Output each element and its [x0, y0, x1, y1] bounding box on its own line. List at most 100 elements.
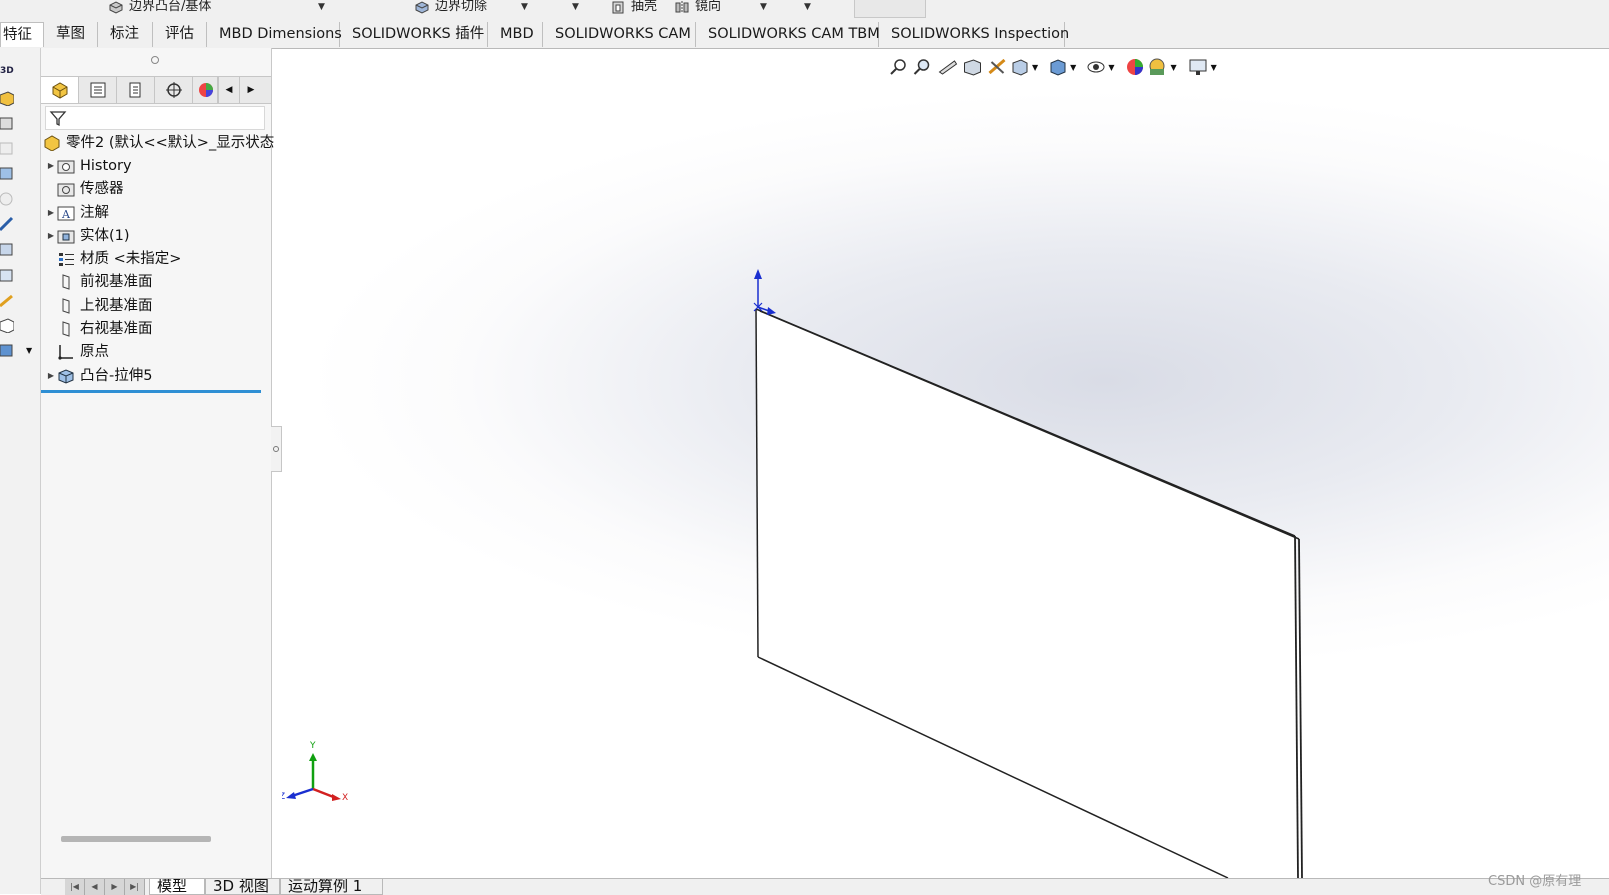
tab-solidworks-addins[interactable]: SOLIDWORKS 插件: [340, 22, 488, 47]
tab-mbd[interactable]: MBD: [488, 22, 543, 47]
material-icon: [59, 253, 74, 266]
chevron-down-icon[interactable]: ▼: [26, 346, 32, 355]
sensor-folder-icon: [57, 183, 75, 197]
property-manager-tab[interactable]: [79, 77, 117, 103]
plane-icon: [62, 274, 70, 290]
toolbar-blank-field[interactable]: [854, 0, 926, 18]
tab-solidworks-cam[interactable]: SOLIDWORKS CAM: [543, 22, 696, 47]
tree-item-material[interactable]: 材质 <未指定>: [45, 248, 181, 270]
boundary-icon[interactable]: [0, 191, 14, 207]
revolve-icon[interactable]: [0, 115, 14, 131]
graphics-viewport[interactable]: ▼ ▼ ▼ ▼ ▼ Y X Z: [282, 49, 1609, 878]
tree-root-part[interactable]: 零件2 (默认<<默认>_显示状态: [43, 132, 274, 154]
tab-evaluate[interactable]: 评估: [153, 22, 207, 47]
cut-revolve-icon[interactable]: [0, 241, 14, 257]
chevron-down-icon[interactable]: ▼: [572, 2, 579, 12]
tab-sketch[interactable]: 草图: [44, 22, 98, 47]
tab-scroll-right-icon[interactable]: ▶: [239, 77, 262, 103]
tab-solidworks-cam-tbm[interactable]: SOLIDWORKS CAM TBM: [696, 22, 880, 47]
cut-sweep-icon[interactable]: [0, 267, 14, 283]
cut-extrude-icon[interactable]: [0, 216, 14, 232]
tab-motion-study-1[interactable]: 运动算例 1: [280, 879, 383, 895]
tab-model[interactable]: 模型: [149, 879, 205, 895]
plane-icon: [62, 321, 70, 337]
extrude-icon: [58, 369, 74, 384]
tree-item-label: 右视基准面: [80, 321, 153, 337]
boundary-cut-button[interactable]: 边界切除: [414, 0, 487, 18]
expand-arrow-icon[interactable]: ▶: [45, 365, 57, 387]
svg-text:A: A: [61, 208, 71, 221]
rollback-bar[interactable]: [41, 390, 261, 393]
plate-face[interactable]: [756, 309, 1298, 878]
tree-item-sensors[interactable]: 传感器: [45, 178, 124, 200]
draft-icon[interactable]: [0, 342, 14, 358]
tree-item-label: 注解: [80, 205, 109, 221]
command-manager-tabs: 特征 草图 标注 评估 MBD Dimensions SOLIDWORKS 插件…: [0, 20, 1609, 49]
tab-solidworks-inspection[interactable]: SOLIDWORKS Inspection: [879, 22, 1069, 47]
tab-navigation-buttons[interactable]: |◀ ◀ ▶ ▶|: [65, 879, 145, 895]
feature-manager-tab[interactable]: [41, 77, 79, 103]
expand-arrow-icon[interactable]: ▶: [45, 202, 57, 224]
fillet-icon[interactable]: [0, 292, 14, 308]
panel-horizontal-scrollbar[interactable]: [61, 836, 211, 842]
panel-collapse-handle[interactable]: [271, 426, 282, 472]
crosshair-icon: [165, 82, 182, 98]
next-tab-icon[interactable]: ▶: [105, 879, 125, 895]
origin-marker[interactable]: [753, 269, 776, 315]
mirror-button[interactable]: 镜向: [674, 0, 721, 18]
tree-item-label: 实体(1): [80, 228, 130, 244]
tree-item-top-plane[interactable]: 上视基准面: [45, 295, 153, 317]
chevron-down-icon[interactable]: ▼: [521, 2, 528, 12]
expand-arrow-icon[interactable]: ▶: [45, 155, 57, 177]
tree-item-boss-extrude5[interactable]: ▶ 凸台-拉伸5: [45, 365, 153, 387]
previous-tab-icon[interactable]: ◀: [85, 879, 105, 895]
chevron-down-icon[interactable]: ▼: [318, 2, 325, 12]
solid-bodies-folder-icon: [57, 230, 75, 244]
tab-3d-views[interactable]: 3D 视图: [205, 879, 280, 895]
tree-root-label: 零件2 (默认<<默认>_显示状态: [66, 135, 275, 151]
feature-manager-panel: ◀ ▶ 零件2 (默认<<默认>_显示状态 ▶ History 传感器 ▶ A …: [41, 48, 274, 878]
plate-right-back-edge[interactable]: [1298, 538, 1303, 878]
chevron-down-icon[interactable]: ▼: [760, 2, 767, 12]
chevron-down-icon[interactable]: ▼: [804, 2, 811, 12]
shell-button[interactable]: 抽壳: [610, 0, 657, 18]
loft-icon[interactable]: [0, 165, 14, 181]
dimxpert-manager-tab[interactable]: [155, 77, 193, 103]
tab-mbd-dimensions[interactable]: MBD Dimensions: [207, 22, 342, 47]
display-manager-icon: [198, 83, 213, 97]
rib-icon[interactable]: [0, 317, 14, 333]
extrude-boss-icon[interactable]: [0, 90, 14, 106]
tree-item-origin[interactable]: 原点: [45, 341, 109, 363]
tree-item-solid-bodies[interactable]: ▶ 实体(1): [45, 225, 130, 247]
triad-z-axis: [291, 787, 314, 798]
tab-scroll-left-icon[interactable]: ◀: [217, 77, 240, 103]
tab-markup[interactable]: 标注: [98, 22, 153, 47]
tree-item-annotations[interactable]: ▶ A 注解: [45, 202, 109, 224]
part-icon: [52, 82, 67, 99]
boundary-boss-button[interactable]: 边界凸台/基体: [108, 0, 211, 18]
tree-item-label: 前视基准面: [80, 274, 153, 290]
configuration-manager-tab[interactable]: [117, 77, 155, 103]
property-list-icon: [90, 82, 105, 98]
tree-item-label: 材质 <未指定>: [80, 251, 182, 267]
triad-x-label: X: [342, 793, 348, 803]
boundary-boss-icon: [109, 1, 123, 14]
sweep-icon[interactable]: [0, 140, 14, 156]
display-manager-tab[interactable]: [193, 77, 219, 103]
shell-label: 抽壳: [631, 0, 658, 14]
tree-filter-field[interactable]: [45, 106, 265, 130]
tree-item-history[interactable]: ▶ History: [45, 155, 132, 177]
tree-item-label: 凸台-拉伸5: [80, 368, 153, 384]
tree-item-right-plane[interactable]: 右视基准面: [45, 318, 153, 340]
expand-arrow-icon[interactable]: ▶: [45, 225, 57, 247]
last-tab-icon[interactable]: ▶|: [125, 879, 145, 895]
tab-features[interactable]: 特征: [0, 22, 44, 47]
3d-view-label: 3D: [0, 66, 14, 76]
tree-item-label: 上视基准面: [80, 298, 153, 314]
tree-item-front-plane[interactable]: 前视基准面: [45, 271, 153, 293]
boundary-cut-icon: [415, 1, 429, 14]
filter-icon: [49, 111, 67, 127]
configuration-icon: [129, 82, 140, 98]
first-tab-icon[interactable]: |◀: [65, 879, 85, 895]
panel-grip[interactable]: [151, 56, 159, 64]
